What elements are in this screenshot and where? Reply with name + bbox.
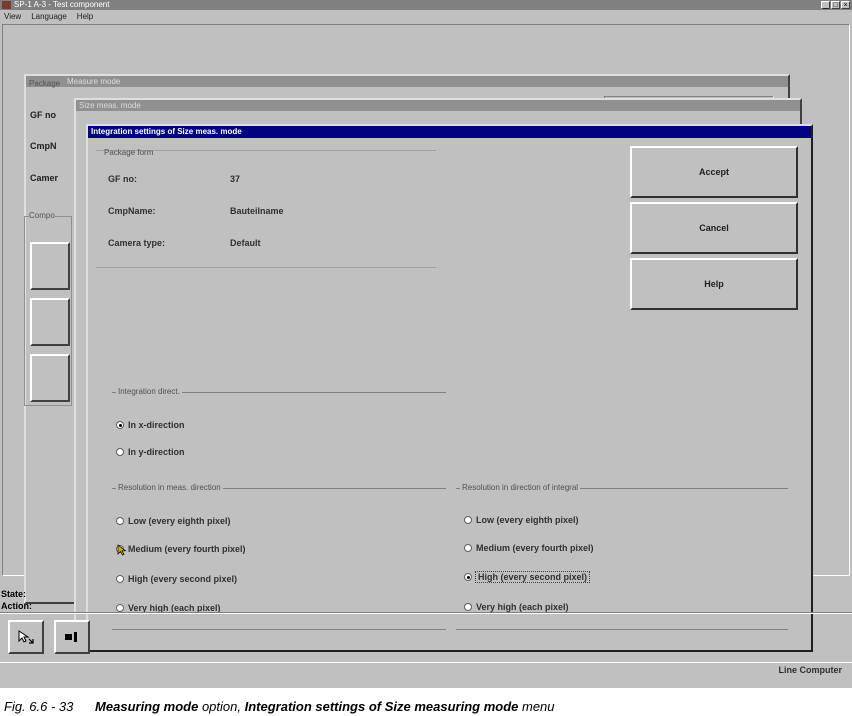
help-button[interactable]: Help (630, 258, 798, 310)
divider (0, 612, 852, 614)
integration-settings-dialog: Integration settings of Size meas. mode … (86, 124, 813, 652)
radio-integral-high[interactable]: High (every second pixel) (464, 571, 591, 583)
radio-indicator (464, 544, 472, 552)
radio-indicator (116, 421, 124, 429)
figure-number: Fig. 6.6 - 33 (4, 699, 74, 714)
maximize-button[interactable]: □ (831, 1, 840, 9)
radio-indicator (116, 575, 124, 583)
caption-text-1: option, (198, 699, 245, 714)
resolution-meas-legend: Resolution in meas. direction (116, 483, 223, 492)
size-meas-title: Size meas. mode (76, 100, 800, 111)
radio-integral-medium[interactable]: Medium (every fourth pixel) (464, 543, 594, 553)
radio-indicator (116, 604, 124, 612)
radio-indicator (116, 448, 124, 456)
radio-x-direction[interactable]: In x-direction (116, 420, 185, 430)
camera-tool-button[interactable] (54, 620, 90, 654)
radio-indicator (464, 516, 472, 524)
package-label-fragment: Package (29, 79, 61, 88)
bg-gfno-label: GF no (30, 110, 56, 120)
app-title: SP-1 A-3 - Test component (14, 0, 110, 9)
menu-view[interactable]: View (4, 10, 21, 23)
bg-button-1[interactable] (30, 242, 70, 290)
cmpname-value: Bauteilname (230, 206, 284, 216)
menu-language[interactable]: Language (31, 10, 67, 23)
screenshot: SP-1 A-3 - Test component _ □ × View Lan… (0, 0, 852, 688)
caption-bold-2: Integration settings of Size measuring m… (244, 699, 519, 714)
caption-text-2: menu (518, 699, 555, 714)
action-label: Action: (1, 601, 32, 611)
gfno-value: 37 (230, 174, 241, 184)
cancel-button[interactable]: Cancel (630, 202, 798, 254)
bg-button-2[interactable] (30, 298, 70, 346)
mouse-pointer-icon (117, 544, 127, 556)
dialog-title: Integration settings of Size meas. mode (88, 126, 811, 138)
radio-meas-medium[interactable]: Medium (every fourth pixel) (116, 544, 246, 554)
radio-indicator (464, 603, 472, 611)
integration-direction-group: Integration direct. (112, 387, 446, 396)
window-controls: _ □ × (821, 1, 850, 9)
cmpname-label: CmpName: (108, 206, 156, 216)
status-text: Line Computer (778, 665, 842, 675)
measure-mode-title: Package Measure mode (26, 76, 788, 88)
pointer-arrows-icon (18, 630, 34, 644)
bg-camera-label: Camer (30, 173, 59, 183)
bg-component-label: Compo (29, 211, 55, 220)
app-icon (2, 1, 11, 9)
accept-button[interactable]: Accept (630, 146, 798, 198)
menubar: View Language Help (0, 10, 852, 23)
camera-block-icon (65, 632, 77, 642)
package-form-legend: Package form (104, 148, 154, 157)
radio-integral-very-high[interactable]: Very high (each pixel) (464, 602, 569, 612)
radio-meas-low[interactable]: Low (every eighth pixel) (116, 516, 231, 526)
status-bar: Line Computer (0, 662, 852, 678)
camera-type-label: Camera type: (108, 238, 166, 248)
gfno-label: GF no: (108, 174, 137, 184)
caption-bold-1: Measuring mode (95, 699, 199, 714)
bg-button-3[interactable] (30, 354, 70, 402)
radio-meas-high[interactable]: High (every second pixel) (116, 574, 237, 584)
app-titlebar: SP-1 A-3 - Test component _ □ × (0, 0, 852, 10)
radio-y-direction[interactable]: In y-direction (116, 447, 185, 457)
minimize-button[interactable]: _ (821, 1, 830, 9)
radio-indicator (464, 573, 472, 581)
close-button[interactable]: × (841, 1, 850, 9)
menu-help[interactable]: Help (77, 10, 93, 23)
resolution-integral-legend: Resolution in direction of integral (460, 483, 581, 492)
radio-indicator (116, 517, 124, 525)
integration-direction-legend: Integration direct. (116, 387, 182, 396)
figure-caption: Fig. 6.6 - 33 Measuring mode option, Int… (4, 699, 555, 714)
select-tool-button[interactable] (8, 620, 44, 654)
radio-integral-low[interactable]: Low (every eighth pixel) (464, 515, 579, 525)
bg-cmpname-label: CmpN (30, 141, 57, 151)
state-label: State: (1, 589, 27, 599)
camera-type-value: Default (230, 238, 261, 248)
